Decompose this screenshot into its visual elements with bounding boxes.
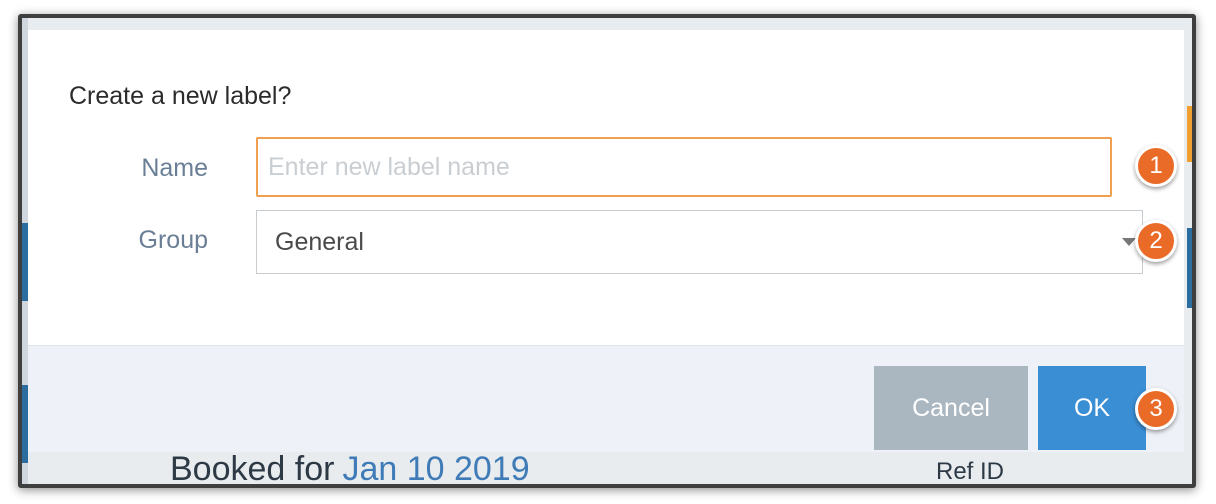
background-right-blue-block — [1187, 228, 1192, 308]
callout-badge: 2 — [1135, 220, 1177, 262]
dialog-footer: Cancel OK — [28, 345, 1184, 452]
background-booked-text: Booked for Jan 10 2019 — [170, 450, 530, 484]
group-select[interactable]: General — [256, 210, 1143, 274]
ok-button[interactable]: OK — [1038, 366, 1146, 450]
dialog-title: Create a new label? — [69, 82, 292, 110]
group-label: Group — [138, 226, 208, 254]
label-name-input[interactable] — [256, 137, 1112, 197]
callout-badge: 1 — [1135, 145, 1177, 187]
callout-badge: 3 — [1135, 388, 1177, 430]
dialog-body: Create a new label? Name Group General — [28, 30, 1184, 345]
background-ref-label: Ref ID — [936, 458, 1005, 484]
chevron-down-icon[interactable] — [1122, 238, 1136, 246]
background-booked-date: Jan 10 2019 — [342, 450, 530, 484]
create-label-dialog: Create a new label? Name Group General C… — [28, 30, 1184, 452]
background-booked-prefix: Booked for — [170, 450, 335, 484]
group-selected-value: General — [275, 228, 364, 256]
background-right-orange-block — [1187, 106, 1192, 162]
cancel-button[interactable]: Cancel — [874, 366, 1028, 450]
name-label: Name — [141, 154, 208, 182]
